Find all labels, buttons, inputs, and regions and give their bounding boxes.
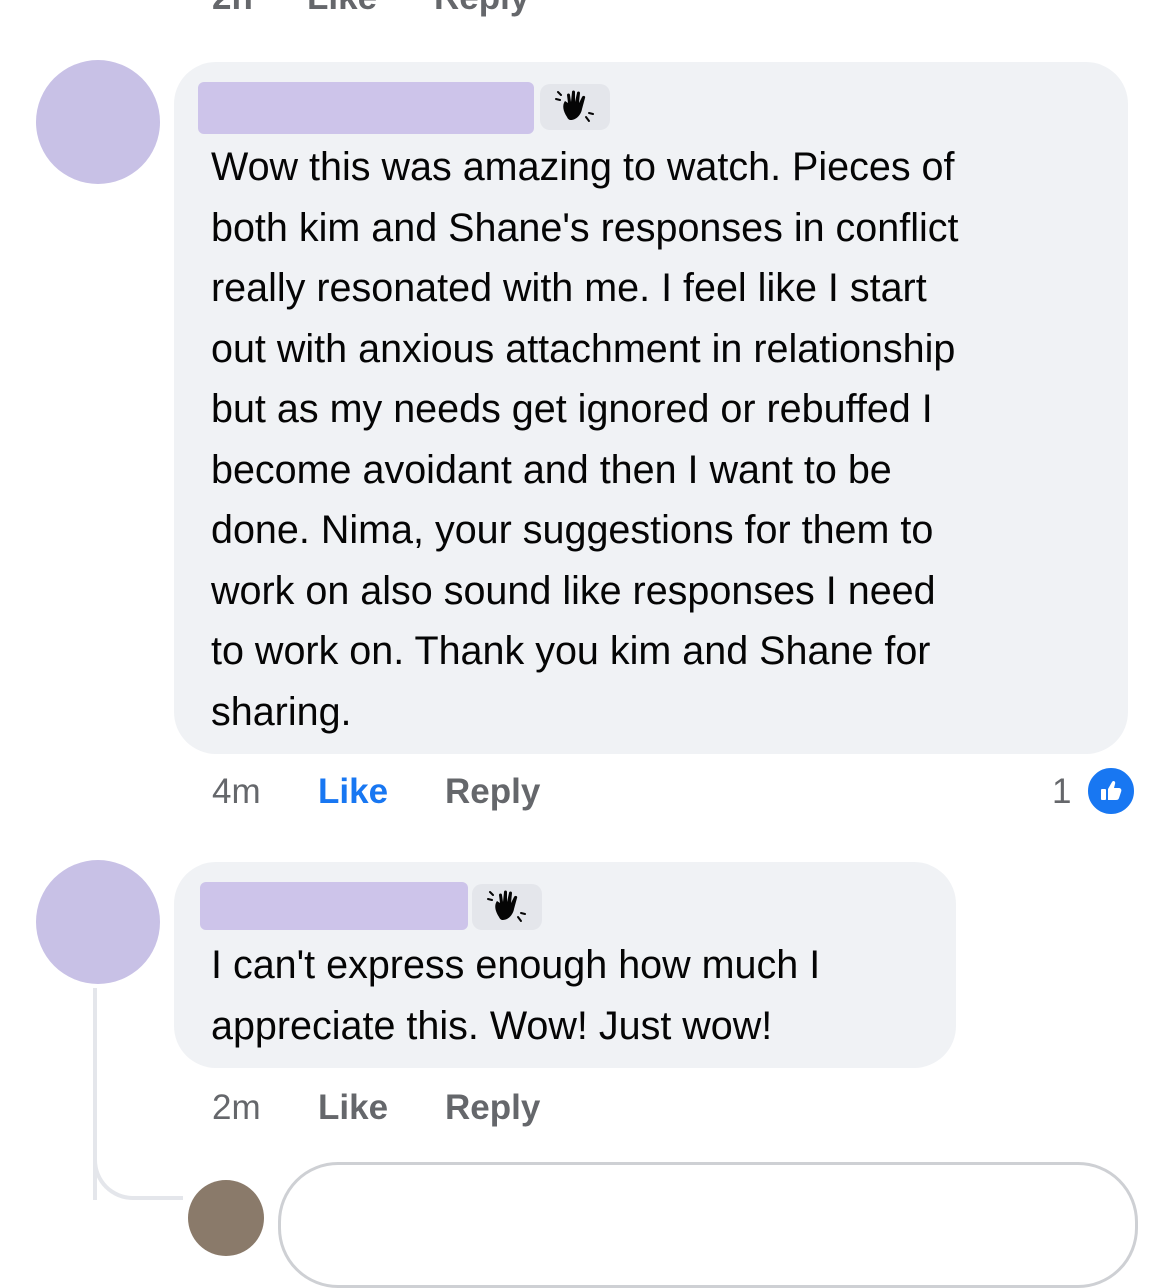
avatar[interactable] [36,860,160,984]
reply-button[interactable]: Reply [445,1088,540,1128]
reply-input[interactable] [278,1162,1138,1288]
redacted-author-name[interactable] [198,82,534,134]
author-badge [540,84,610,130]
previous-comment-time: 2h [212,0,253,18]
comment-time: 4m [212,772,261,811]
comment-time: 2m [212,1088,261,1127]
thread-connector [93,1120,183,1200]
wave-icon [555,90,594,122]
redacted-author-name[interactable] [200,882,468,930]
comment-text: Wow this was amazing to watch. Pieces of… [211,145,959,734]
reply-button[interactable]: Reply [445,772,540,812]
reaction-count[interactable]: 1 [1052,772,1071,812]
previous-like-button[interactable]: Like [307,0,377,18]
like-button[interactable]: Like [318,1088,388,1128]
avatar[interactable] [36,60,160,184]
reaction-badge[interactable] [1085,765,1137,817]
like-button[interactable]: Like [318,772,388,812]
previous-reply-button[interactable]: Reply [434,0,529,18]
thumbs-up-icon [1101,780,1122,800]
current-user-avatar[interactable] [188,1180,264,1256]
author-badge [472,884,542,930]
comment-text: I can't express enough how much I apprec… [211,943,821,1048]
wave-icon [487,890,526,922]
